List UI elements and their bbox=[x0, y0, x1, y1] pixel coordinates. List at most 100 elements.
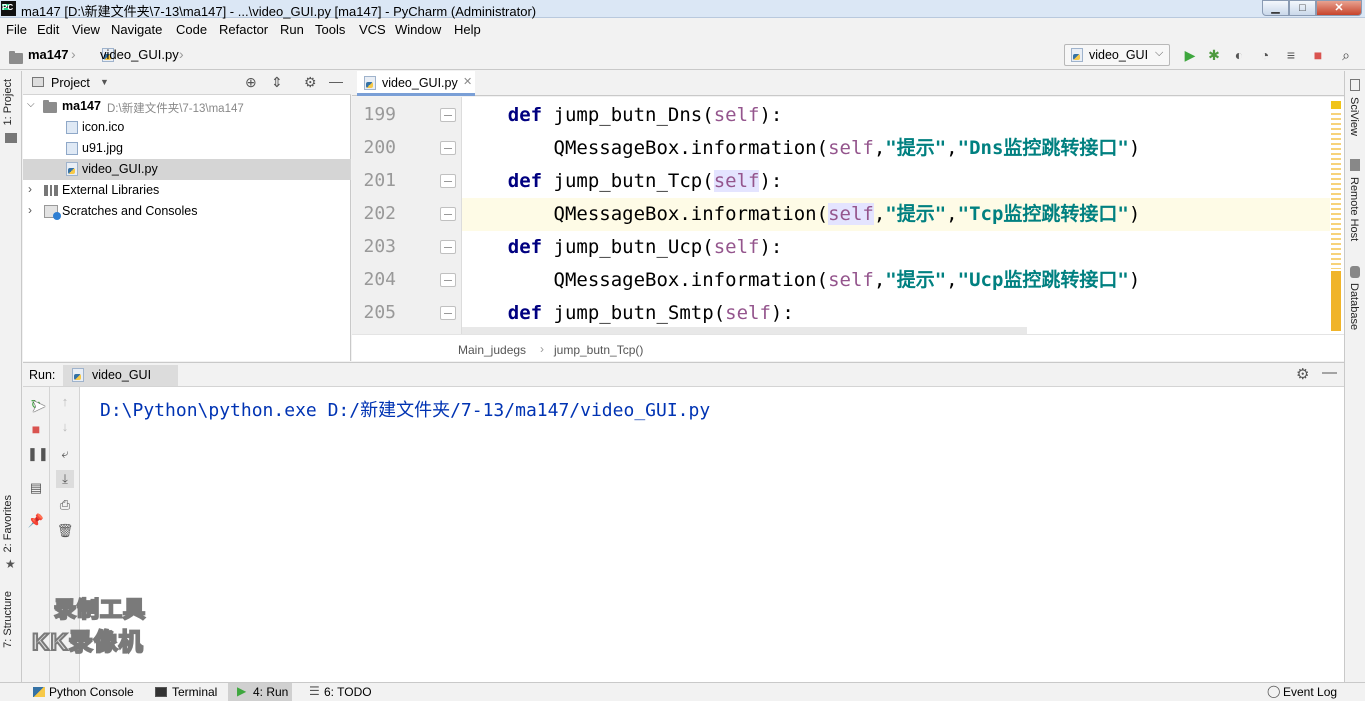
library-icon bbox=[44, 185, 58, 196]
soft-wrap-icon[interactable]: ⤶ bbox=[56, 445, 74, 463]
project-view-select[interactable]: Project bbox=[51, 76, 90, 90]
dropdown-arrow-icon[interactable]: ▼ bbox=[100, 77, 109, 87]
expand-down-icon[interactable]: ⌵ bbox=[27, 99, 35, 110]
search-icon[interactable]: ⌕ bbox=[1337, 46, 1355, 64]
fold-marker-icon[interactable] bbox=[440, 174, 456, 188]
watermark-line2: KK录像机 bbox=[31, 628, 144, 657]
remote-host-tool-tab[interactable]: Remote Host bbox=[1348, 177, 1360, 241]
menu-view[interactable]: View bbox=[72, 22, 100, 37]
editor-tab-video-gui[interactable]: video_GUI.py ✕ bbox=[357, 71, 475, 96]
menu-tools[interactable]: Tools bbox=[315, 22, 345, 37]
scroll-thumb[interactable] bbox=[1331, 271, 1341, 331]
fold-marker-icon[interactable] bbox=[440, 141, 456, 155]
menu-code[interactable]: Code bbox=[176, 22, 207, 37]
tree-file-label: u91.jpg bbox=[82, 141, 124, 155]
hide-panel-icon[interactable]: — bbox=[329, 73, 343, 89]
menu-help[interactable]: Help bbox=[454, 22, 481, 37]
event-log-tab[interactable]: Event Log bbox=[1283, 685, 1337, 699]
run-tab-video-gui[interactable]: video_GUI bbox=[63, 365, 178, 386]
menu-refactor[interactable]: Refactor bbox=[219, 22, 268, 37]
run-icon[interactable]: ▶ bbox=[1181, 46, 1199, 64]
tree-external-libraries[interactable]: › External Libraries bbox=[23, 180, 351, 201]
locate-icon[interactable]: ⊕ bbox=[245, 74, 257, 91]
punct: , bbox=[873, 137, 886, 159]
minimize-button[interactable]: ▁ bbox=[1262, 0, 1289, 16]
arrow-down-icon[interactable]: ↓ bbox=[56, 418, 74, 436]
run-configuration-select[interactable]: video_GUI ⌵ bbox=[1064, 44, 1170, 66]
horizontal-scrollbar[interactable] bbox=[462, 327, 1027, 334]
pause-icon[interactable]: ❚❚ bbox=[27, 445, 49, 463]
fold-marker-icon[interactable] bbox=[440, 108, 456, 122]
structure-tool-tab[interactable]: 7: Structure bbox=[2, 591, 14, 648]
stop-icon[interactable]: ■ bbox=[27, 420, 45, 438]
status-bar: Python Console Terminal ▶ 4: Run ☰ 6: TO… bbox=[0, 682, 1365, 701]
project-view-icon bbox=[32, 77, 44, 87]
arrow-up-icon[interactable]: ↑ bbox=[56, 393, 74, 411]
layout-icon[interactable]: ▤ bbox=[27, 479, 45, 497]
coverage-icon[interactable]: ◐ bbox=[1230, 46, 1248, 64]
scratches-badge-icon bbox=[53, 212, 61, 220]
gear-icon[interactable]: ⚙ bbox=[304, 74, 317, 91]
nav-project[interactable]: ma147 bbox=[28, 47, 68, 62]
run-console[interactable]: D:\Python\python.exe D:/新建文件夹/7-13/ma147… bbox=[80, 387, 1344, 682]
maximize-button[interactable]: □ bbox=[1289, 0, 1316, 16]
string: "提示" bbox=[885, 137, 947, 159]
database-tool-tab[interactable]: Database bbox=[1348, 283, 1360, 330]
image-file-icon bbox=[66, 142, 78, 155]
fold-marker-icon[interactable] bbox=[440, 306, 456, 320]
tree-file-u91-jpg[interactable]: u91.jpg bbox=[23, 138, 351, 159]
todo-tab[interactable]: 6: TODO bbox=[324, 685, 372, 699]
code-editor[interactable]: 199 def jump_butn_Dns(self): 200 QMessag… bbox=[352, 97, 1344, 334]
keyword: def bbox=[507, 302, 543, 324]
terminal-tab[interactable]: Terminal bbox=[172, 685, 217, 699]
fold-marker-icon[interactable] bbox=[440, 240, 456, 254]
tree-file-label: icon.ico bbox=[82, 120, 125, 134]
menu-file[interactable]: File bbox=[6, 22, 27, 37]
punct: ( bbox=[702, 236, 714, 258]
fold-marker-icon[interactable] bbox=[440, 273, 456, 287]
hide-panel-icon[interactable]: — bbox=[1322, 364, 1337, 381]
code-line: def jump_butn_Tcp(self): bbox=[462, 165, 1344, 198]
title-bar: PC ma147 [D:\新建文件夹\7-13\ma147] - ...\vid… bbox=[0, 0, 1365, 19]
tree-file-video-gui-py[interactable]: video_GUI.py bbox=[23, 159, 351, 180]
stop-icon[interactable]: ■ bbox=[1309, 46, 1327, 64]
expand-right-icon[interactable]: › bbox=[28, 203, 32, 217]
favorites-tool-tab[interactable]: 2: Favorites bbox=[2, 495, 14, 552]
debug-icon[interactable]: ✱ bbox=[1205, 46, 1223, 64]
pin-icon[interactable]: 📌 bbox=[27, 512, 45, 530]
breadcrumb-class[interactable]: Main_judegs bbox=[458, 343, 526, 357]
error-stripe[interactable] bbox=[1330, 97, 1344, 334]
menu-vcs[interactable]: VCS bbox=[359, 22, 386, 37]
fold-marker-icon[interactable] bbox=[440, 207, 456, 221]
tree-root[interactable]: ⌵ ma147 D:\新建文件夹\7-13\ma147 bbox=[23, 96, 351, 117]
print-icon[interactable]: ⎙ bbox=[56, 496, 74, 514]
punct: ): bbox=[759, 104, 783, 126]
menu-navigate[interactable]: Navigate bbox=[111, 22, 162, 37]
project-tool-tab[interactable]: 1: Project bbox=[2, 79, 14, 125]
punct: ( bbox=[702, 170, 714, 192]
scroll-to-end-icon[interactable]: ⤓ bbox=[56, 470, 74, 488]
profile-icon[interactable]: ◔ bbox=[1256, 46, 1274, 64]
tree-scratches[interactable]: › Scratches and Consoles bbox=[23, 201, 351, 222]
tree-file-icon-ico[interactable]: icon.ico bbox=[23, 117, 351, 138]
warning-indicator-icon[interactable] bbox=[1331, 101, 1341, 109]
run-tool-tab[interactable]: 4: Run bbox=[253, 685, 288, 699]
close-tab-icon[interactable]: ✕ bbox=[463, 75, 472, 88]
collapse-all-icon[interactable]: ⇕ bbox=[271, 74, 283, 91]
identifier: jump_butn_Ucp bbox=[542, 236, 703, 258]
gear-icon[interactable]: ⚙ bbox=[1296, 365, 1309, 383]
trash-icon[interactable]: 🗑 bbox=[56, 522, 74, 540]
menu-window[interactable]: Window bbox=[395, 22, 441, 37]
concurrency-icon[interactable]: ≡ bbox=[1282, 46, 1300, 64]
nav-file[interactable]: video_GUI.py bbox=[100, 47, 179, 62]
punct: ( bbox=[702, 104, 714, 126]
python-console-tab[interactable]: Python Console bbox=[49, 685, 134, 699]
menu-edit[interactable]: Edit bbox=[37, 22, 59, 37]
watermark-line1: 录制工具 bbox=[53, 596, 147, 623]
breadcrumb-method[interactable]: jump_butn_Tcp() bbox=[554, 343, 643, 357]
expand-right-icon[interactable]: › bbox=[28, 182, 32, 196]
keyword: def bbox=[507, 104, 543, 126]
close-button[interactable]: ✕ bbox=[1316, 0, 1362, 16]
menu-run[interactable]: Run bbox=[280, 22, 304, 37]
sciview-tool-tab[interactable]: SciView bbox=[1348, 97, 1360, 136]
